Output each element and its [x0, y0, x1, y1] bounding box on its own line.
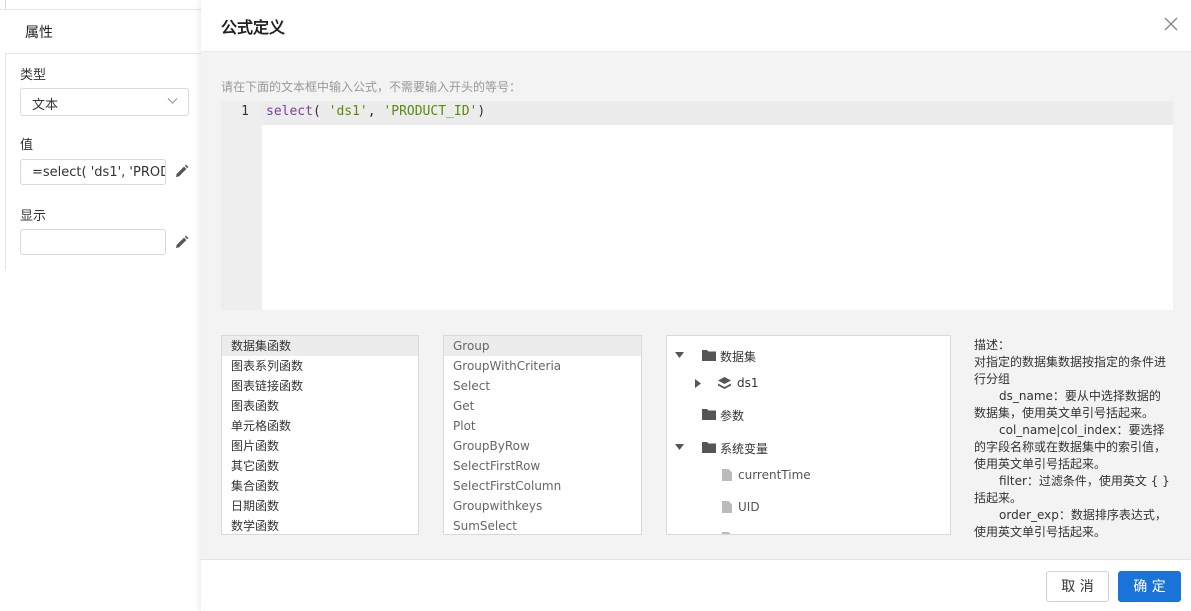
function-item[interactable]: Plot — [444, 416, 641, 436]
variable-tree[interactable]: 数据集 ds1 参数 系统变量 currentTime UID — [666, 335, 951, 535]
caret-right-icon[interactable] — [695, 379, 701, 388]
panel-left-border — [5, 53, 6, 270]
category-item[interactable]: 其它函数 — [222, 456, 418, 476]
formula-editor[interactable]: 1 select( 'ds1', 'PRODUCT_ID') — [221, 101, 1173, 310]
tree-node-current-time[interactable]: currentTime — [722, 468, 932, 484]
formula-hint: 请在下面的文本框中输入公式，不需要输入开头的等号： — [221, 80, 522, 94]
category-item[interactable]: 数学函数 — [222, 516, 418, 534]
tree-node-label: 数据集 — [720, 350, 757, 364]
dialog-body: 请在下面的文本框中输入公式，不需要输入开头的等号： 1 select( 'ds1… — [201, 52, 1191, 560]
type-select-value: 文本 — [32, 98, 59, 113]
code-token-paren: ) — [477, 104, 486, 119]
function-description: 描述： 对指定的数据集数据按指定的条件进行分组 ds_name：要从中选择数据的… — [974, 337, 1172, 541]
folder-icon — [702, 442, 716, 453]
code-token-string: 'PRODUCT_ID' — [383, 104, 478, 119]
function-item[interactable]: Groupwithkeys — [444, 496, 641, 516]
panel-tick — [5, 0, 6, 9]
close-icon[interactable] — [1163, 16, 1179, 32]
chevron-down-icon — [167, 98, 178, 104]
code-token-comma: , — [367, 104, 384, 119]
tab-divider — [5, 53, 201, 54]
description-param-col: col_name|col_index：要选择的字段名称或在数据集中的索引值，使用… — [974, 423, 1167, 471]
category-list[interactable]: 数据集函数 图表系列函数 图表链接函数 图表函数 单元格函数 图片函数 其它函数… — [221, 335, 419, 535]
function-list[interactable]: Group GroupWithCriteria Select Get Plot … — [443, 335, 642, 535]
description-param-ds-name: ds_name：要从中选择数据的数据集，使用英文单引号括起来。 — [974, 389, 1161, 420]
type-label: 类型 — [20, 68, 47, 83]
caret-down-icon[interactable] — [675, 444, 684, 451]
function-item[interactable]: GroupWithCriteria — [444, 356, 641, 376]
tree-node-ds1[interactable]: ds1 — [695, 376, 935, 392]
edit-pencil-icon[interactable] — [174, 235, 189, 250]
confirm-button[interactable]: 确 定 — [1118, 571, 1181, 602]
property-panel: 属性 类型 文本 值 =select( 'ds1', 'PRODUCT_ID')… — [0, 0, 201, 611]
function-item[interactable]: SumSelect — [444, 516, 641, 534]
display-label: 显示 — [20, 209, 47, 224]
category-item[interactable]: 集合函数 — [222, 476, 418, 496]
tree-node-uid[interactable]: UID — [722, 500, 932, 516]
folder-icon — [702, 350, 716, 361]
dialog-title: 公式定义 — [221, 18, 286, 37]
function-item[interactable]: Group — [444, 336, 641, 356]
tree-node-system-vars[interactable]: 系统变量 — [675, 440, 935, 456]
category-item[interactable]: 数据集函数 — [222, 336, 418, 356]
tree-node-params[interactable]: 参数 — [702, 407, 932, 423]
tree-node-label: currentTime — [738, 468, 811, 482]
tree-node-dataset[interactable]: 数据集 — [675, 348, 935, 364]
edit-pencil-icon[interactable] — [174, 164, 189, 179]
function-item[interactable]: SelectFirstColumn — [444, 476, 641, 496]
category-item[interactable]: 图表链接函数 — [222, 376, 418, 396]
display-input[interactable] — [20, 229, 166, 255]
code-token-paren: ( — [312, 104, 329, 119]
layers-icon — [718, 377, 731, 389]
tree-node-label: 参数 — [720, 409, 745, 423]
file-icon — [722, 469, 732, 481]
code-token-string: 'ds1' — [328, 104, 368, 119]
tab-properties[interactable]: 属性 — [25, 22, 53, 42]
type-select[interactable]: 文本 — [20, 88, 189, 116]
file-icon — [722, 501, 732, 513]
category-item[interactable]: 图表函数 — [222, 396, 418, 416]
tree-node-label: ds1 — [737, 376, 759, 390]
folder-icon — [702, 409, 716, 420]
category-item[interactable]: 日期函数 — [222, 496, 418, 516]
formula-dialog: 公式定义 请在下面的文本框中输入公式，不需要输入开头的等号： 1 select(… — [201, 0, 1191, 611]
tree-node-label: 系统变量 — [720, 442, 769, 456]
description-summary: 对指定的数据集数据按指定的条件进行分组 — [974, 355, 1167, 386]
editor-gutter: 1 — [221, 101, 262, 310]
tree-node-label: UID — [738, 500, 760, 514]
code-token-function: select — [266, 104, 313, 119]
value-label: 值 — [20, 138, 34, 153]
function-item[interactable]: GroupByRow — [444, 436, 641, 456]
panel-top-border — [0, 0, 201, 10]
function-item[interactable]: Select — [444, 376, 641, 396]
description-title: 描述： — [974, 338, 1011, 352]
category-item[interactable]: 图片函数 — [222, 436, 418, 456]
category-item[interactable]: 单元格函数 — [222, 416, 418, 436]
line-number: 1 — [241, 104, 249, 119]
function-item[interactable]: Get — [444, 396, 641, 416]
cancel-button[interactable]: 取 消 — [1046, 571, 1109, 602]
description-param-order: order_exp：数据排序表达式，使用英文单引号括起来。 — [974, 508, 1167, 539]
function-item[interactable]: SelectFirstRow — [444, 456, 641, 476]
caret-down-icon[interactable] — [675, 352, 684, 359]
code-line[interactable]: select( 'ds1', 'PRODUCT_ID') — [266, 104, 485, 119]
dialog-header: 公式定义 — [201, 0, 1191, 52]
file-icon — [722, 532, 731, 534]
category-item[interactable]: 图表系列函数 — [222, 356, 418, 376]
value-input[interactable]: =select( 'ds1', 'PRODUCT_ID') — [20, 159, 166, 185]
description-param-filter: filter：过滤条件，使用英文 { } 括起来。 — [974, 474, 1170, 505]
